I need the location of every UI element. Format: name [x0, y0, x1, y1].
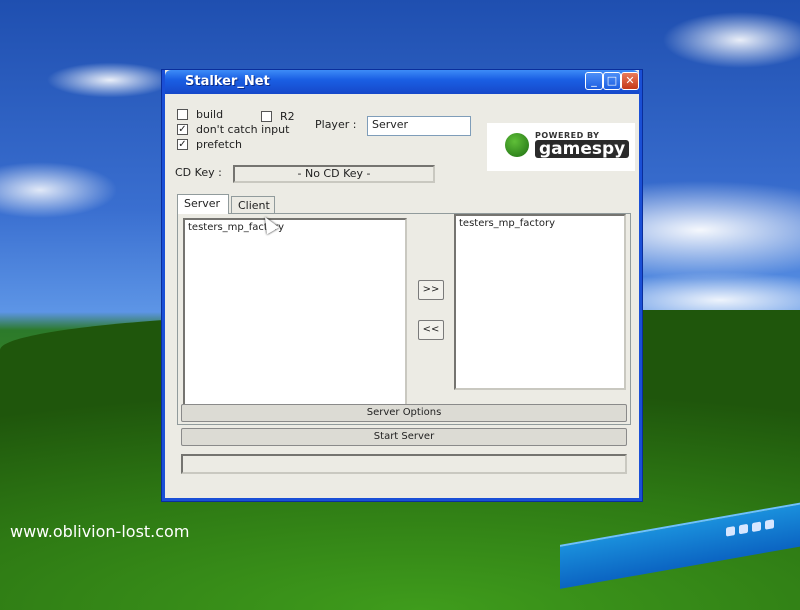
- server-options-button[interactable]: Server Options: [181, 404, 627, 422]
- player-name-value: Server: [372, 118, 409, 131]
- stalker-net-window: Stalker_Net _ □ ✕ build R2 ✓ don't catch…: [162, 70, 642, 501]
- build-checkbox[interactable]: [177, 109, 188, 120]
- add-map-button[interactable]: >>: [418, 280, 444, 300]
- remove-map-label: <<: [422, 324, 440, 335]
- tray-icon[interactable]: [765, 519, 774, 530]
- r2-option[interactable]: R2: [261, 110, 295, 123]
- list-item[interactable]: testers_mp_factory: [459, 218, 621, 229]
- window-title: Stalker_Net: [185, 74, 270, 89]
- player-label: Player :: [315, 118, 357, 131]
- server-options-label: Server Options: [366, 407, 442, 418]
- tab-server-label: Server: [184, 197, 221, 210]
- window-titlebar[interactable]: Stalker_Net _ □ ✕: [165, 70, 639, 94]
- remove-map-button[interactable]: <<: [418, 320, 444, 340]
- r2-label: R2: [280, 110, 295, 123]
- prefetch-checkbox[interactable]: ✓: [177, 139, 188, 150]
- tray-icon[interactable]: [752, 521, 761, 533]
- tray-icons: [726, 519, 774, 537]
- cd-key-value: - No CD Key -: [297, 167, 371, 180]
- player-name-field[interactable]: Server: [367, 116, 471, 136]
- progress-bar: [181, 454, 627, 474]
- close-button[interactable]: ✕: [621, 72, 639, 90]
- build-label: build: [196, 108, 224, 121]
- add-map-label: >>: [422, 284, 440, 295]
- tab-client-label: Client: [238, 199, 270, 212]
- server-tab-panel: testers_mp_factory >> << testers_mp_fact…: [177, 213, 631, 425]
- prefetch-label: prefetch: [196, 138, 243, 151]
- tab-client[interactable]: Client: [231, 196, 275, 214]
- tab-server[interactable]: Server: [177, 194, 229, 214]
- available-maps-list[interactable]: testers_mp_factory: [183, 218, 407, 418]
- dont-catch-input-label: don't catch input: [196, 123, 290, 136]
- dont-catch-input-checkbox[interactable]: ✓: [177, 124, 188, 135]
- r2-checkbox[interactable]: [261, 111, 272, 122]
- maximize-button[interactable]: □: [603, 72, 621, 90]
- logo-gamespy: gamespy: [535, 140, 630, 158]
- tray-icon[interactable]: [726, 526, 735, 537]
- cd-key-label: CD Key :: [175, 166, 222, 179]
- close-icon: ✕: [625, 74, 635, 87]
- tray-icon[interactable]: [739, 523, 748, 535]
- gamespy-logo: POWERED BY gamespy: [487, 123, 635, 171]
- prefetch-option[interactable]: ✓ prefetch: [177, 138, 242, 151]
- dont-catch-input-option[interactable]: ✓ don't catch input: [177, 123, 289, 136]
- cd-key-field[interactable]: - No CD Key -: [233, 165, 435, 183]
- minimize-button[interactable]: _: [585, 72, 603, 90]
- gamespy-ball-icon: [505, 133, 529, 157]
- minimize-icon: _: [591, 74, 597, 87]
- build-option[interactable]: build: [177, 108, 223, 121]
- watermark-text: www.oblivion-lost.com: [10, 522, 190, 541]
- selected-maps-list[interactable]: testers_mp_factory: [454, 214, 626, 390]
- maximize-icon: □: [606, 74, 618, 87]
- list-item[interactable]: testers_mp_factory: [188, 222, 402, 233]
- start-server-label: Start Server: [373, 431, 435, 442]
- start-server-button[interactable]: Start Server: [181, 428, 627, 446]
